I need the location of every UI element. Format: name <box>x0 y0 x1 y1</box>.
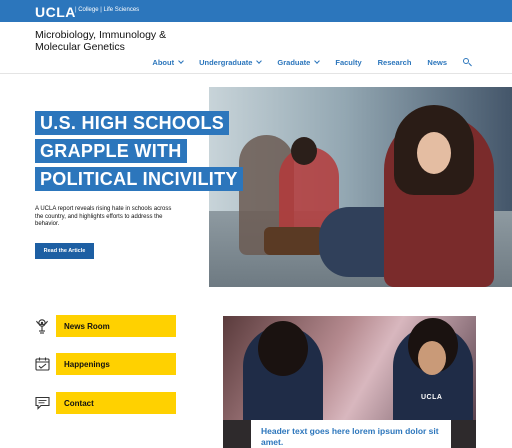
hero-image-girl-face <box>417 132 451 174</box>
chevron-down-icon <box>178 58 184 64</box>
nav-item-label: Undergraduate <box>199 58 253 67</box>
nav-item-about[interactable]: About <box>152 58 184 67</box>
quick-link-news-room[interactable]: News Room <box>34 315 176 337</box>
hero-headline-line: GRAPPLE WITH <box>35 139 187 163</box>
hero-headline-line: POLITICAL INCIVILITY <box>35 167 243 191</box>
nav-item-label: Research <box>377 58 412 67</box>
hero-image-boots <box>264 227 324 255</box>
main-nav: About Undergraduate Graduate Faculty Res… <box>152 58 472 67</box>
story-image-shirt-logo: UCLA <box>421 394 443 401</box>
nav-item-label: Graduate <box>277 58 311 67</box>
hero-summary: A UCLA report reveals rising hate in sch… <box>35 206 172 227</box>
story-image-student-face <box>418 341 446 375</box>
nav-item-label: Faculty <box>335 58 362 67</box>
nav-item-faculty[interactable]: Faculty <box>335 58 361 67</box>
hero-headline: U.S. HIGH SCHOOLS GRAPPLE WITH POLITICAL… <box>35 111 245 195</box>
nav-item-graduate[interactable]: Graduate <box>277 58 321 67</box>
brand-tagline[interactable]: | College | Life Sciences <box>75 7 139 13</box>
quick-link-label[interactable]: Happenings <box>56 353 176 375</box>
search-icon[interactable] <box>463 58 472 67</box>
hero-headline-line: U.S. HIGH SCHOOLS <box>35 111 230 135</box>
nav-item-news[interactable]: News <box>427 58 447 67</box>
story-card-header[interactable]: Header text goes here lorem ipsum dolor … <box>261 426 441 448</box>
header-divider <box>0 73 512 74</box>
chat-icon <box>34 395 50 411</box>
quick-link-happenings[interactable]: Happenings <box>34 353 176 375</box>
story-image-student-head <box>258 321 308 376</box>
quick-link-label[interactable]: Contact <box>56 392 176 414</box>
hero-image <box>209 87 512 287</box>
hero-image-student-head <box>291 137 317 165</box>
site-title[interactable]: Microbiology, Immunology & Molecular Gen… <box>35 29 195 53</box>
chevron-down-icon <box>314 58 321 64</box>
nav-item-label: News <box>427 58 447 67</box>
search-icon-handle <box>468 62 472 67</box>
nav-item-research[interactable]: Research <box>378 58 412 67</box>
brand-bar: UCLA | College | Life Sciences <box>0 0 512 22</box>
ucla-logo[interactable]: UCLA <box>35 4 76 20</box>
nav-item-label: About <box>152 58 175 67</box>
chevron-down-icon <box>256 58 263 64</box>
microphone-icon <box>34 318 50 334</box>
quick-link-contact[interactable]: Contact <box>34 392 176 414</box>
calendar-icon <box>34 356 50 372</box>
read-article-button[interactable]: Read the Article <box>35 243 94 259</box>
quick-link-label[interactable]: News Room <box>56 315 176 337</box>
nav-item-undergraduate[interactable]: Undergraduate <box>199 58 263 67</box>
story-card[interactable]: Header text goes here lorem ipsum dolor … <box>251 420 451 448</box>
